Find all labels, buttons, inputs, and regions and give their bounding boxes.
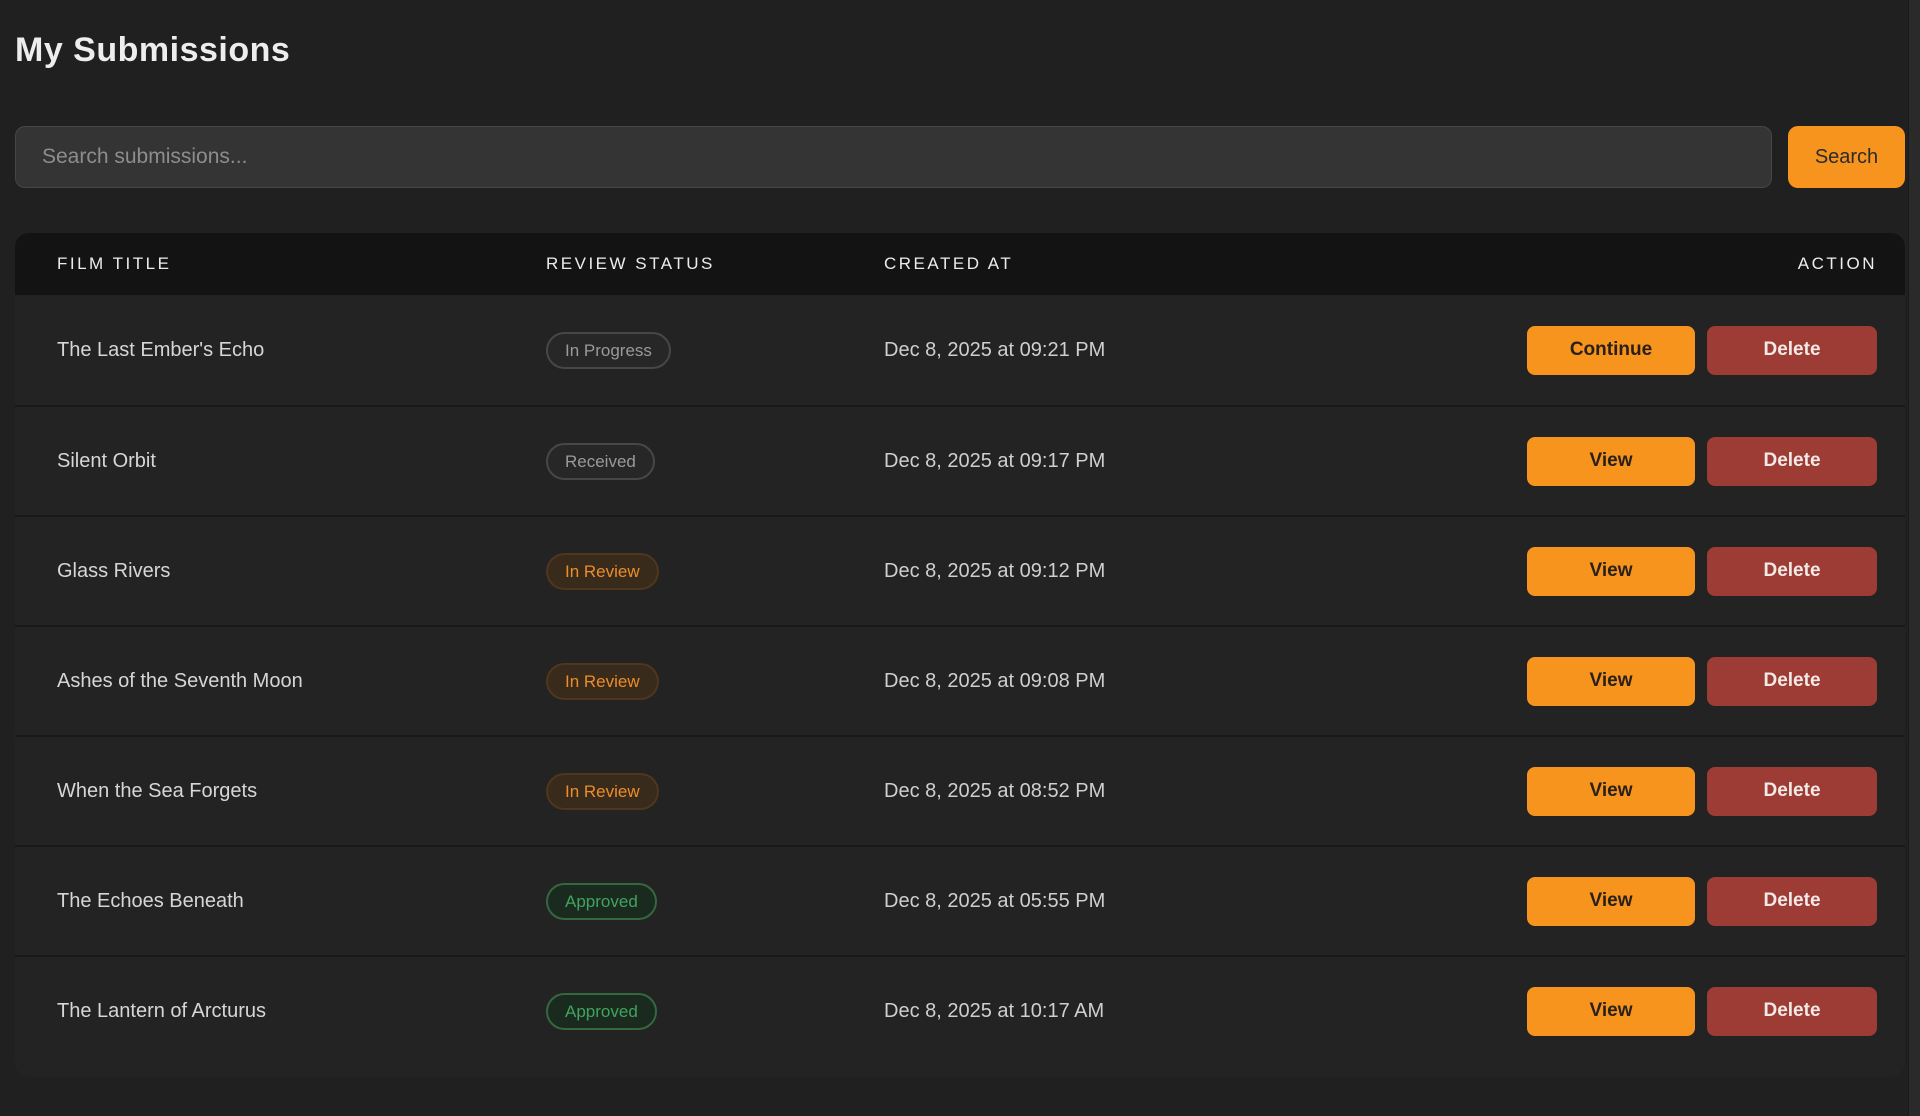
table-row: Glass Rivers In Review Dec 8, 2025 at 09… [15, 515, 1905, 625]
status-badge: In Review [546, 773, 659, 810]
primary-action-button[interactable]: View [1527, 437, 1695, 486]
row-actions: View Delete [1517, 437, 1877, 486]
table-header-row: FILM TITLE REVIEW STATUS CREATED AT ACTI… [15, 233, 1905, 295]
page-title: My Submissions [15, 30, 1905, 70]
status-badge: Approved [546, 883, 657, 920]
table-row: Ashes of the Seventh Moon In Review Dec … [15, 625, 1905, 735]
row-actions: View Delete [1517, 987, 1877, 1036]
created-at-cell: Dec 8, 2025 at 09:21 PM [884, 339, 1517, 362]
row-actions: View Delete [1517, 767, 1877, 816]
submissions-table: FILM TITLE REVIEW STATUS CREATED AT ACTI… [15, 233, 1905, 1077]
primary-action-button[interactable]: View [1527, 877, 1695, 926]
table-row: The Last Ember's Echo In Progress Dec 8,… [15, 295, 1905, 405]
created-at-cell: Dec 8, 2025 at 08:52 PM [884, 780, 1517, 803]
table-row: Silent Orbit Received Dec 8, 2025 at 09:… [15, 405, 1905, 515]
film-title-cell: The Last Ember's Echo [57, 339, 546, 362]
delete-button[interactable]: Delete [1707, 657, 1877, 706]
status-badge: Received [546, 443, 655, 480]
status-badge: In Review [546, 553, 659, 590]
column-header-created-at: CREATED AT [884, 254, 1517, 274]
table-body: The Last Ember's Echo In Progress Dec 8,… [15, 295, 1905, 1077]
search-button[interactable]: Search [1788, 126, 1905, 188]
table-row: The Echoes Beneath Approved Dec 8, 2025 … [15, 845, 1905, 955]
delete-button[interactable]: Delete [1707, 547, 1877, 596]
created-at-cell: Dec 8, 2025 at 09:17 PM [884, 450, 1517, 473]
created-at-cell: Dec 8, 2025 at 09:12 PM [884, 560, 1517, 583]
delete-button[interactable]: Delete [1707, 326, 1877, 375]
delete-button[interactable]: Delete [1707, 877, 1877, 926]
column-header-review-status: REVIEW STATUS [546, 254, 884, 274]
primary-action-button[interactable]: View [1527, 987, 1695, 1036]
film-title-cell: Ashes of the Seventh Moon [57, 670, 546, 693]
search-input[interactable] [15, 126, 1772, 188]
created-at-cell: Dec 8, 2025 at 09:08 PM [884, 670, 1517, 693]
status-badge: Approved [546, 993, 657, 1030]
film-title-cell: When the Sea Forgets [57, 780, 546, 803]
primary-action-button[interactable]: View [1527, 767, 1695, 816]
scrollbar[interactable] [1908, 0, 1920, 1116]
delete-button[interactable]: Delete [1707, 987, 1877, 1036]
film-title-cell: The Echoes Beneath [57, 890, 546, 913]
status-badge: In Progress [546, 332, 671, 369]
row-actions: View Delete [1517, 877, 1877, 926]
film-title-cell: Silent Orbit [57, 450, 546, 473]
table-row: The Lantern of Arcturus Approved Dec 8, … [15, 955, 1905, 1065]
film-title-cell: The Lantern of Arcturus [57, 1000, 546, 1023]
delete-button[interactable]: Delete [1707, 437, 1877, 486]
row-actions: View Delete [1517, 657, 1877, 706]
search-bar: Search [15, 126, 1905, 188]
delete-button[interactable]: Delete [1707, 767, 1877, 816]
submissions-page: My Submissions Search FILM TITLE REVIEW … [15, 30, 1905, 1077]
primary-action-button[interactable]: Continue [1527, 326, 1695, 375]
table-row: When the Sea Forgets In Review Dec 8, 20… [15, 735, 1905, 845]
column-header-action: ACTION [1798, 254, 1877, 274]
primary-action-button[interactable]: View [1527, 547, 1695, 596]
film-title-cell: Glass Rivers [57, 560, 546, 583]
row-actions: Continue Delete [1517, 326, 1877, 375]
created-at-cell: Dec 8, 2025 at 10:17 AM [884, 1000, 1517, 1023]
primary-action-button[interactable]: View [1527, 657, 1695, 706]
row-actions: View Delete [1517, 547, 1877, 596]
status-badge: In Review [546, 663, 659, 700]
column-header-film-title: FILM TITLE [57, 254, 546, 274]
created-at-cell: Dec 8, 2025 at 05:55 PM [884, 890, 1517, 913]
